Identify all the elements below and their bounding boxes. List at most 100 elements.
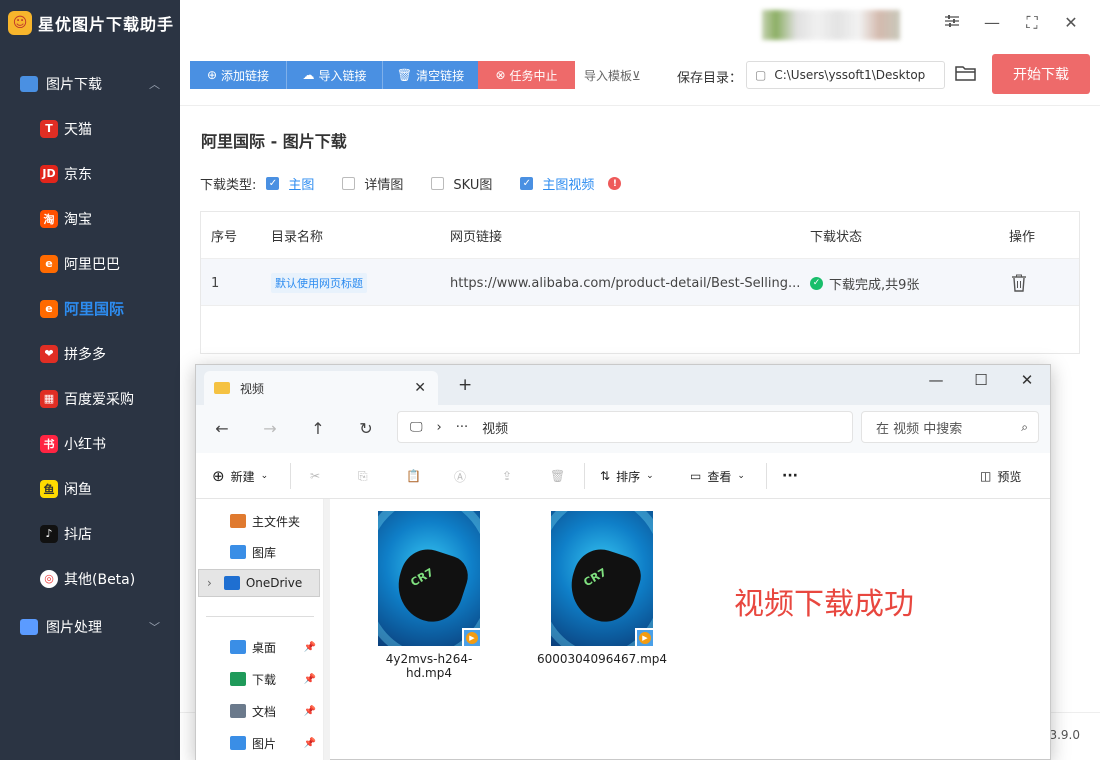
document-icon xyxy=(230,704,246,718)
forward-arrow-icon[interactable]: → xyxy=(260,419,280,438)
copy-icon[interactable]: ⎘ xyxy=(358,453,368,499)
refresh-icon[interactable]: ↻ xyxy=(356,419,376,438)
delete-icon[interactable]: 🗑 xyxy=(550,453,565,499)
sidebar-item-taobao[interactable]: 淘淘宝 xyxy=(0,196,180,241)
nav-item-home[interactable]: 主文件夹 xyxy=(196,507,324,535)
cut-icon[interactable]: ✂ xyxy=(310,453,320,499)
add-link-button[interactable]: ⊕ 添加链接 xyxy=(190,61,286,89)
pin-icon: 📌 xyxy=(303,673,316,685)
clear-link-button[interactable]: 🗑 清空链接 xyxy=(383,61,478,89)
sidebar-item-label: 闲鱼 xyxy=(64,481,92,498)
delete-icon[interactable] xyxy=(1011,259,1027,307)
sidebar-item-baidu[interactable]: ▦ 百度爱采购 xyxy=(0,376,180,421)
share-icon[interactable]: ⇪ xyxy=(502,453,512,499)
checkbox[interactable] xyxy=(342,177,356,190)
nav-item-onedrive[interactable]: › OneDrive xyxy=(198,569,320,597)
view-button[interactable]: ▭ 查看 ⌄ xyxy=(690,453,745,499)
maximize-icon[interactable]: ⛶ xyxy=(1022,13,1042,33)
info-icon[interactable]: ! xyxy=(608,177,622,190)
close-icon[interactable]: ✕ xyxy=(1061,13,1081,33)
nav-scrollbar[interactable] xyxy=(324,499,330,760)
breadcrumb-more[interactable]: ··· xyxy=(456,420,468,435)
up-arrow-icon[interactable]: ↑ xyxy=(308,419,328,438)
section-image-process[interactable]: 图片处理 ﹀ xyxy=(0,605,180,649)
checkbox[interactable]: ✓ xyxy=(266,177,280,190)
stop-task-button[interactable]: ⊗ 任务中止 xyxy=(478,61,575,89)
status-text: 下载完成,共9张 xyxy=(829,277,920,293)
toolbar: ⊕ 添加链接 ☁ 导入链接 🗑 清空链接 ⊗ 任务中止 导入模板⊻ 保存目录： ▢ C:… xyxy=(180,46,1100,106)
chevron-down-icon: ﹀ xyxy=(149,621,160,634)
import-template-link[interactable]: 导入模板⊻ xyxy=(584,67,641,84)
new-tab-icon[interactable]: + xyxy=(458,375,472,395)
nav-item-document[interactable]: 文档 📌 xyxy=(196,697,324,725)
sidebar-item-label: 小红书 xyxy=(64,436,106,453)
sidebar-item-tmall[interactable]: T 天猫 xyxy=(0,106,180,151)
check-circle-icon: ✓ xyxy=(810,276,823,290)
path-bar[interactable]: 🖵 › ··· 视频 xyxy=(397,411,853,443)
sidebar-item-alibaba[interactable]: e 阿里巴巴 xyxy=(0,241,180,286)
sidebar-item-pinduoduo[interactable]: ❤ 拼多多 xyxy=(0,331,180,376)
sidebar-item-xianyu[interactable]: 鱼闲鱼 xyxy=(0,466,180,511)
rename-icon[interactable]: Ⓐ xyxy=(454,453,466,499)
button-label: 查看 xyxy=(707,469,732,484)
sidebar-item-alibaba-intl[interactable]: e 阿里国际 xyxy=(0,286,180,331)
back-arrow-icon[interactable]: ← xyxy=(212,419,232,438)
close-icon[interactable]: ✕ xyxy=(1017,371,1037,389)
sidebar-item-douyin[interactable]: ♪ 抖店 xyxy=(0,511,180,556)
nav-item-desktop[interactable]: 桌面 📌 xyxy=(196,633,324,661)
dir-name-tag[interactable]: 默认使用网页标题 xyxy=(271,273,367,293)
douyin-icon: ♪ xyxy=(40,524,58,543)
nav-item-gallery[interactable]: 图库 xyxy=(196,538,324,566)
search-placeholder: 在 视频 中搜索 xyxy=(876,421,963,437)
minimize-icon[interactable]: — xyxy=(926,371,946,389)
sidebar-item-jd[interactable]: JD 京东 xyxy=(0,151,180,196)
minimize-icon[interactable]: — xyxy=(982,13,1002,33)
nav-item-download[interactable]: 下载 📌 xyxy=(196,665,324,693)
download-type-option[interactable]: SKU图 xyxy=(431,174,492,193)
file-item[interactable]: CR7 ▶ 6000304096467.mp4 xyxy=(537,511,667,666)
page-title: 阿里国际 - 图片下载 xyxy=(201,132,347,151)
breadcrumb-folder[interactable]: 视频 xyxy=(482,418,508,437)
sort-button[interactable]: ⇅ 排序 ⌄ xyxy=(600,453,654,499)
nav-item-pictures[interactable]: 图片 📌 xyxy=(196,729,324,757)
start-download-button[interactable]: 开始下载 xyxy=(992,54,1090,94)
save-dir-value: C:\Users\yssoft1\Desktop xyxy=(774,68,926,82)
save-dir-input[interactable]: ▢ C:\Users\yssoft1\Desktop xyxy=(746,61,945,89)
import-link-button[interactable]: ☁ 导入链接 xyxy=(287,61,382,89)
explorer-tab[interactable]: 视频 ✕ xyxy=(204,371,438,405)
table-row[interactable]: 1 默认使用网页标题 https://www.alibaba.com/produ… xyxy=(201,258,1079,306)
checkbox[interactable] xyxy=(431,177,445,190)
expand-chevron-icon[interactable]: › xyxy=(207,576,212,590)
sidebar-item-xiaohongshu[interactable]: 书小红书 xyxy=(0,421,180,466)
preview-button[interactable]: ◫ 预览 xyxy=(980,453,1021,499)
sidebar-item-label: 阿里国际 xyxy=(64,300,125,318)
save-dir-label: 保存目录： xyxy=(677,71,743,86)
download-type-option[interactable]: 详情图 xyxy=(342,174,403,193)
section-image-download[interactable]: 图片下载 ︿ xyxy=(0,62,180,106)
paste-icon[interactable]: 📋 xyxy=(406,453,421,499)
image-process-icon xyxy=(20,619,38,635)
sidebar-item-chrome[interactable]: ◎ 其他(Beta) xyxy=(0,556,180,601)
user-avatar[interactable] xyxy=(762,10,900,40)
maximize-icon[interactable]: ☐ xyxy=(971,371,991,389)
chevron-down-icon: ⌄ xyxy=(260,471,269,481)
new-button[interactable]: ⊕ 新建 ⌄ xyxy=(212,453,268,499)
nav-item-label: 桌面 xyxy=(252,640,277,655)
title-bar: — ⛶ ✕ xyxy=(180,0,1100,46)
folder-open-icon[interactable] xyxy=(955,64,977,84)
download-type-option[interactable]: ✓ 主图 xyxy=(266,174,314,193)
folder-icon xyxy=(214,382,230,394)
download-type-option[interactable]: ✓ 主图视频 xyxy=(520,174,594,193)
explorer-address-bar: ← → ↑ ↻ 🖵 › ··· 视频 在 视频 中搜索 ⌕ xyxy=(196,405,1050,453)
gallery-icon xyxy=(230,545,246,559)
header-action: 操作 xyxy=(1009,229,1036,245)
settings-icon[interactable] xyxy=(942,13,962,33)
checkbox[interactable]: ✓ xyxy=(520,177,534,190)
more-options-button[interactable]: ··· xyxy=(782,453,798,499)
close-tab-icon[interactable]: ✕ xyxy=(414,380,426,396)
section-label: 图片下载 xyxy=(46,77,102,93)
file-item[interactable]: CR7 ▶ 4y2mvs-h264-hd.mp4 xyxy=(364,511,494,680)
search-input[interactable]: 在 视频 中搜索 ⌕ xyxy=(861,411,1039,443)
plus-circle-icon: ⊕ xyxy=(212,467,225,485)
download-type-row: 下载类型: ✓ 主图 详情图 SKU图 ✓ 主图视频 ! xyxy=(200,174,622,193)
